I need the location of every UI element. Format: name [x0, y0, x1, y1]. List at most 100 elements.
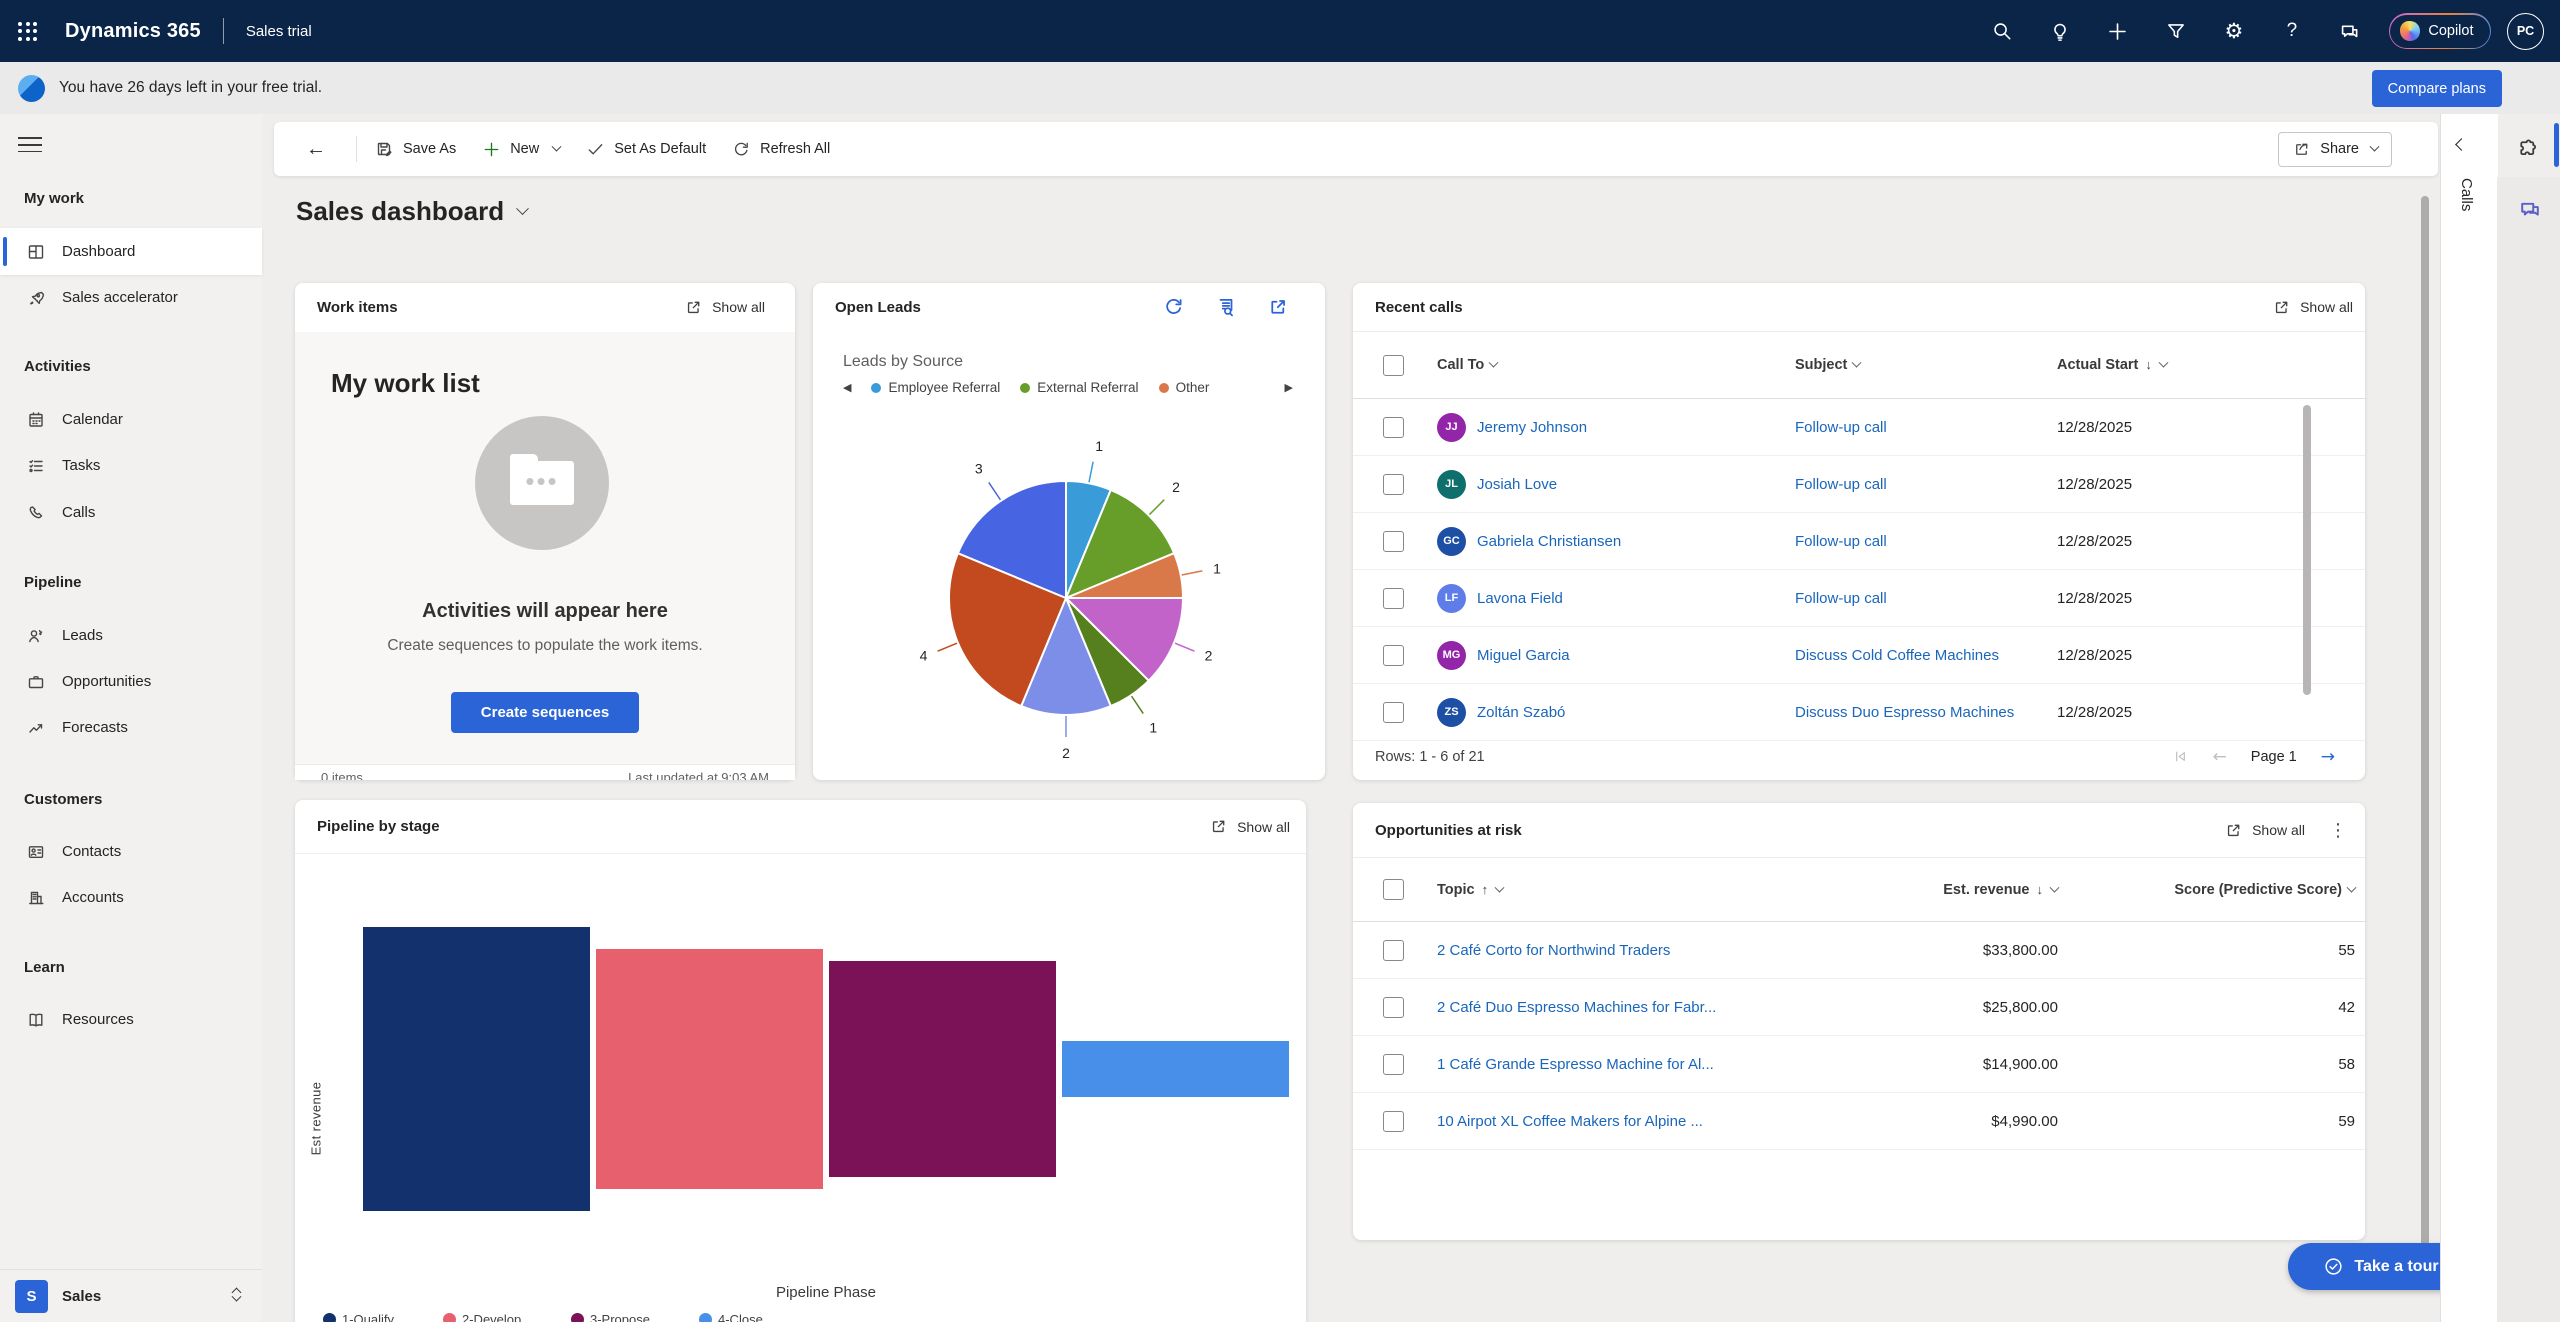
feedback-button[interactable] [2321, 0, 2379, 62]
search-button[interactable] [1973, 0, 2031, 62]
insights-button[interactable] [2031, 0, 2089, 62]
app-launcher-icon[interactable] [18, 22, 37, 41]
sidebar-item-calls[interactable]: Calls [0, 489, 262, 536]
environment-name[interactable]: Sales trial [246, 23, 312, 40]
collapse-pane-button[interactable] [2457, 136, 2466, 154]
legend-next-icon[interactable]: ▶ [1285, 381, 1293, 394]
set-as-default-button[interactable]: Set As Default [573, 131, 719, 167]
subject-link[interactable]: Follow-up call [1795, 419, 1887, 436]
column-call-to[interactable]: Call To [1437, 357, 1795, 373]
subject-link[interactable]: Discuss Cold Coffee Machines [1795, 647, 1999, 664]
row-checkbox[interactable] [1383, 702, 1404, 723]
row-checkbox[interactable] [1383, 531, 1404, 552]
legend-prev-icon[interactable]: ◀ [843, 381, 851, 394]
select-all-checkbox[interactable] [1383, 879, 1404, 900]
quick-create-button[interactable] [2089, 0, 2147, 62]
row-checkbox[interactable] [1383, 1054, 1404, 1075]
select-all-checkbox[interactable] [1383, 355, 1404, 376]
popout-icon[interactable] [1267, 296, 1289, 318]
refresh-icon[interactable] [1163, 296, 1185, 318]
save-as-button[interactable]: Save As [361, 131, 469, 167]
table-row[interactable]: JJJeremy JohnsonFollow-up call12/28/2025 [1353, 399, 2365, 456]
opportunities-show-all[interactable]: Show all ⋮ [2224, 820, 2347, 841]
legend-item[interactable]: Other [1159, 380, 1210, 395]
leads-pie-chart[interactable]: 12121243 [851, 430, 1291, 775]
pipeline-bar[interactable] [596, 949, 823, 1189]
more-options-icon[interactable]: ⋮ [2329, 820, 2347, 841]
compare-plans-button[interactable]: Compare plans [2372, 70, 2502, 107]
sidebar-item-tasks[interactable]: Tasks [0, 442, 262, 489]
recent-calls-show-all[interactable]: Show all [2272, 298, 2353, 317]
sidebar-item-opportunities[interactable]: Opportunities [0, 658, 262, 705]
row-checkbox[interactable] [1383, 940, 1404, 961]
copilot-button[interactable]: Copilot [2389, 13, 2491, 49]
table-scrollbar[interactable] [2303, 405, 2311, 695]
table-row[interactable]: MGMiguel GarciaDiscuss Cold Coffee Machi… [1353, 627, 2365, 684]
productivity-tools-button[interactable] [2515, 136, 2540, 166]
row-checkbox[interactable] [1383, 997, 1404, 1018]
table-row[interactable]: GCGabriela ChristiansenFollow-up call12/… [1353, 513, 2365, 570]
column-subject[interactable]: Subject [1795, 357, 2057, 373]
sidebar-item-forecasts[interactable]: Forecasts [0, 704, 262, 751]
subject-link[interactable]: Follow-up call [1795, 533, 1887, 550]
prev-page-icon[interactable]: ← [2213, 747, 2227, 767]
filter-button[interactable] [2147, 0, 2205, 62]
dashboard-selector[interactable]: Sales dashboard [296, 196, 527, 227]
topic-link[interactable]: 2 Café Corto for Northwind Traders [1437, 942, 1670, 959]
column-topic[interactable]: Topic↑ [1437, 882, 1867, 898]
call-to-link[interactable]: Josiah Love [1477, 476, 1557, 493]
pipeline-show-all[interactable]: Show all [1209, 817, 1290, 836]
share-button[interactable]: Share [2278, 132, 2392, 167]
call-to-link[interactable]: Lavona Field [1477, 590, 1563, 607]
sidebar-item-resources[interactable]: Resources [0, 996, 262, 1043]
subject-link[interactable]: Follow-up call [1795, 590, 1887, 607]
help-button[interactable]: ? [2263, 0, 2321, 62]
table-row[interactable]: 2 Café Duo Espresso Machines for Fabr...… [1353, 979, 2365, 1036]
area-switcher[interactable]: S Sales [0, 1269, 262, 1322]
sidebar-item-dashboard[interactable]: Dashboard [0, 228, 262, 275]
call-to-link[interactable]: Zoltán Szabó [1477, 704, 1565, 721]
create-sequences-button[interactable]: Create sequences [451, 692, 639, 733]
row-checkbox[interactable] [1383, 588, 1404, 609]
settings-button[interactable]: ⚙ [2205, 0, 2263, 62]
teams-chat-button[interactable] [2517, 196, 2543, 227]
sidebar-item-sales-accelerator[interactable]: Sales accelerator [0, 274, 262, 321]
hamburger-menu-icon[interactable] [18, 132, 42, 157]
pipeline-bar[interactable] [1062, 1041, 1289, 1097]
user-avatar[interactable]: PC [2507, 13, 2544, 50]
main-scrollbar[interactable] [2421, 196, 2429, 1246]
subject-link[interactable]: Discuss Duo Espresso Machines [1795, 704, 2014, 721]
call-to-link[interactable]: Gabriela Christiansen [1477, 533, 1621, 550]
refresh-all-button[interactable]: Refresh All [719, 131, 843, 167]
column-revenue[interactable]: Est. revenue↓ [1867, 882, 2058, 898]
column-actual-start[interactable]: Actual Start↓ [2057, 357, 2365, 373]
row-checkbox[interactable] [1383, 645, 1404, 666]
topic-link[interactable]: 10 Airpot XL Coffee Makers for Alpine ..… [1437, 1113, 1703, 1130]
sidebar-item-accounts[interactable]: Accounts [0, 874, 262, 921]
first-page-icon[interactable] [2172, 748, 2189, 765]
table-row[interactable]: 10 Airpot XL Coffee Makers for Alpine ..… [1353, 1093, 2365, 1150]
table-row[interactable]: 1 Café Grande Espresso Machine for Al...… [1353, 1036, 2365, 1093]
legend-item[interactable]: External Referral [1020, 380, 1138, 395]
pipeline-bar[interactable] [829, 961, 1056, 1177]
table-row[interactable]: 2 Café Corto for Northwind Traders$33,80… [1353, 922, 2365, 979]
legend-item[interactable]: Employee Referral [871, 380, 1000, 395]
view-records-icon[interactable] [1215, 296, 1237, 318]
next-page-icon[interactable]: → [2321, 747, 2335, 767]
call-to-link[interactable]: Miguel Garcia [1477, 647, 1570, 664]
sidebar-item-calendar[interactable]: Calendar [0, 396, 262, 443]
pipeline-bar[interactable] [363, 927, 590, 1211]
new-button[interactable]: New [469, 131, 573, 167]
sidebar-item-contacts[interactable]: Contacts [0, 828, 262, 875]
row-checkbox[interactable] [1383, 474, 1404, 495]
pipeline-bar-chart[interactable]: Est revenue [295, 853, 1306, 1298]
work-items-show-all[interactable]: Show all [684, 298, 765, 317]
back-button[interactable]: ← [280, 131, 352, 167]
sidebar-item-leads[interactable]: Leads [0, 612, 262, 659]
table-row[interactable]: JLJosiah LoveFollow-up call12/28/2025 [1353, 456, 2365, 513]
subject-link[interactable]: Follow-up call [1795, 476, 1887, 493]
call-to-link[interactable]: Jeremy Johnson [1477, 419, 1587, 436]
column-score[interactable]: Score (Predictive Score) [2058, 882, 2355, 898]
topic-link[interactable]: 2 Café Duo Espresso Machines for Fabr... [1437, 999, 1716, 1016]
row-checkbox[interactable] [1383, 417, 1404, 438]
